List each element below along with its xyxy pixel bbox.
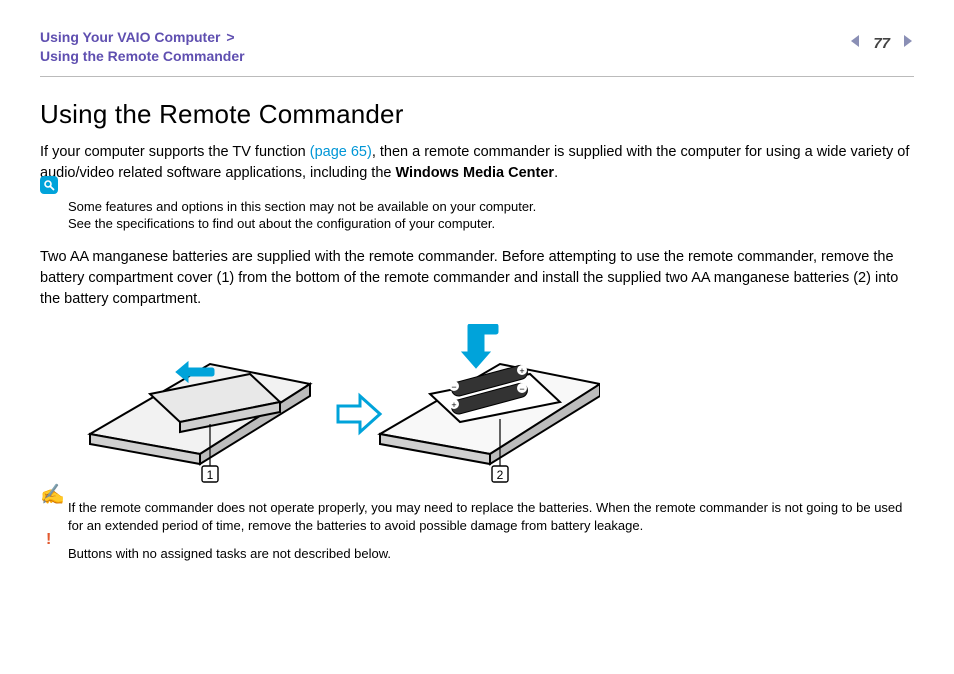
svg-text:−: − [519, 384, 524, 394]
header-rule [40, 76, 914, 77]
breadcrumb: Using Your VAIO Computer > Using the Rem… [40, 28, 849, 66]
svg-text:+: + [519, 366, 524, 376]
callout-1: 1 [207, 468, 214, 482]
body-text: If your computer supports the TV functio… [40, 142, 914, 564]
prev-page-icon[interactable] [849, 34, 863, 53]
battery-paragraph: Two AA manganese batteries are supplied … [40, 247, 914, 310]
battery-figure: 1 − + [80, 324, 914, 491]
page-title: Using the Remote Commander [40, 99, 914, 130]
crumb-current: Using the Remote Commander [40, 48, 245, 64]
page-number: 77 [873, 35, 890, 52]
pencil-icon: ✍ [40, 481, 65, 509]
magnifier-icon [40, 176, 58, 194]
crumb-separator: > [226, 29, 234, 45]
intro-paragraph: If your computer supports the TV functio… [40, 142, 914, 184]
crumb-parent: Using Your VAIO Computer [40, 29, 220, 45]
warning-icon: ! [46, 529, 51, 551]
manual-page: Using Your VAIO Computer > Using the Rem… [0, 0, 954, 674]
page-65-link[interactable]: (page 65) [310, 144, 372, 160]
wmc-bold: Windows Media Center [395, 165, 554, 181]
tip-note: ✍ If the remote commander does not opera… [68, 499, 914, 535]
callout-2: 2 [497, 468, 504, 482]
tip-text: If the remote commander does not operate… [68, 500, 902, 533]
page-header: Using Your VAIO Computer > Using the Rem… [40, 28, 914, 66]
warning-text: Buttons with no assigned tasks are not d… [68, 546, 391, 561]
pager: 77 [849, 28, 914, 53]
svg-text:+: + [451, 400, 456, 410]
spec-note: Some features and options in this sectio… [68, 198, 914, 233]
svg-text:−: − [451, 382, 456, 392]
warning-note: ! Buttons with no assigned tasks are not… [68, 545, 914, 563]
next-page-icon[interactable] [900, 34, 914, 53]
spec-note-line2: See the specifications to find out about… [68, 215, 914, 233]
spec-note-line1: Some features and options in this sectio… [68, 198, 914, 216]
